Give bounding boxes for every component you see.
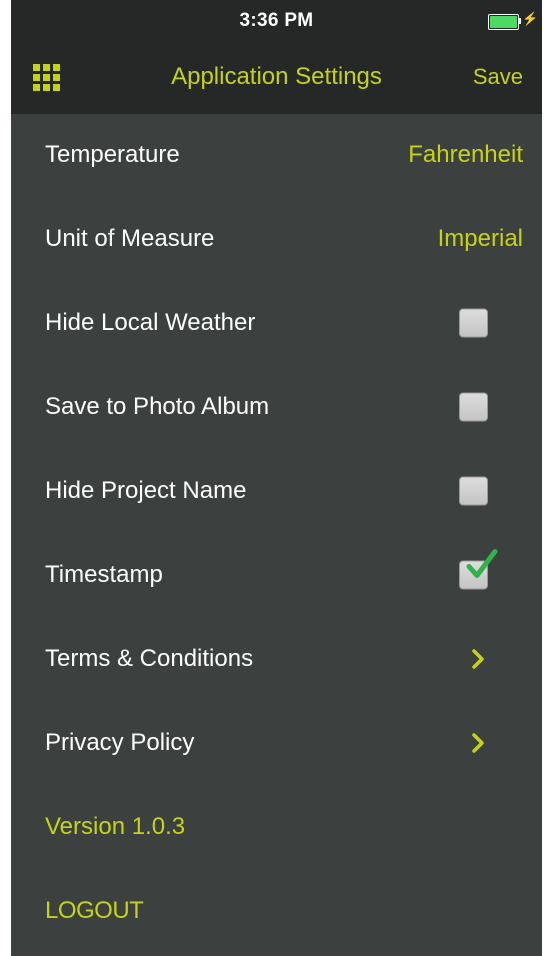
logout-row[interactable]: LOGOUT (11, 869, 542, 953)
temperature-value[interactable]: Fahrenheit (408, 141, 523, 169)
chevron-right-icon (472, 733, 484, 753)
privacy-policy-row[interactable]: Privacy Policy (11, 701, 542, 785)
hide-project-name-checkbox[interactable] (459, 476, 488, 506)
privacy-policy-label: Privacy Policy (45, 729, 195, 756)
timestamp-row: Timestamp (11, 533, 542, 617)
logout-button[interactable]: LOGOUT (45, 897, 144, 925)
charging-bolt-icon: ⚡ (522, 11, 539, 26)
save-to-photo-album-checkbox[interactable] (459, 392, 488, 422)
app-screen: 3:36 PM ⚡ Application Settings Save Temp… (11, 0, 542, 956)
chevron-right-icon (472, 649, 484, 669)
terms-and-conditions-row[interactable]: Terms & Conditions (11, 617, 542, 701)
unit-of-measure-row[interactable]: Unit of Measure Imperial (11, 197, 542, 281)
temperature-label: Temperature (45, 141, 180, 168)
hide-local-weather-checkbox[interactable] (459, 308, 488, 338)
temperature-row[interactable]: Temperature Fahrenheit (11, 113, 542, 197)
save-to-photo-album-label: Save to Photo Album (45, 393, 270, 420)
hide-project-name-label: Hide Project Name (45, 477, 247, 504)
hide-local-weather-row: Hide Local Weather (11, 281, 542, 365)
save-to-photo-album-row: Save to Photo Album (11, 365, 542, 449)
unit-of-measure-label: Unit of Measure (45, 225, 215, 252)
timestamp-checkbox[interactable] (459, 549, 498, 590)
hide-local-weather-label: Hide Local Weather (45, 309, 256, 336)
unit-of-measure-value[interactable]: Imperial (438, 225, 523, 253)
page-title: Application Settings (171, 63, 382, 90)
status-bar: 3:36 PM ⚡ (11, 0, 542, 42)
hide-project-name-row: Hide Project Name (11, 449, 542, 533)
save-button[interactable]: Save (473, 64, 523, 90)
checkmark-icon (466, 549, 498, 578)
version-row: Version 1.0.3 (11, 785, 542, 869)
status-time: 3:36 PM (239, 10, 314, 31)
terms-and-conditions-label: Terms & Conditions (45, 645, 254, 672)
version-text: Version 1.0.3 (45, 813, 186, 840)
battery-icon: ⚡ (488, 11, 538, 30)
navigation-bar: Application Settings Save (11, 42, 542, 114)
timestamp-label: Timestamp (45, 561, 163, 588)
